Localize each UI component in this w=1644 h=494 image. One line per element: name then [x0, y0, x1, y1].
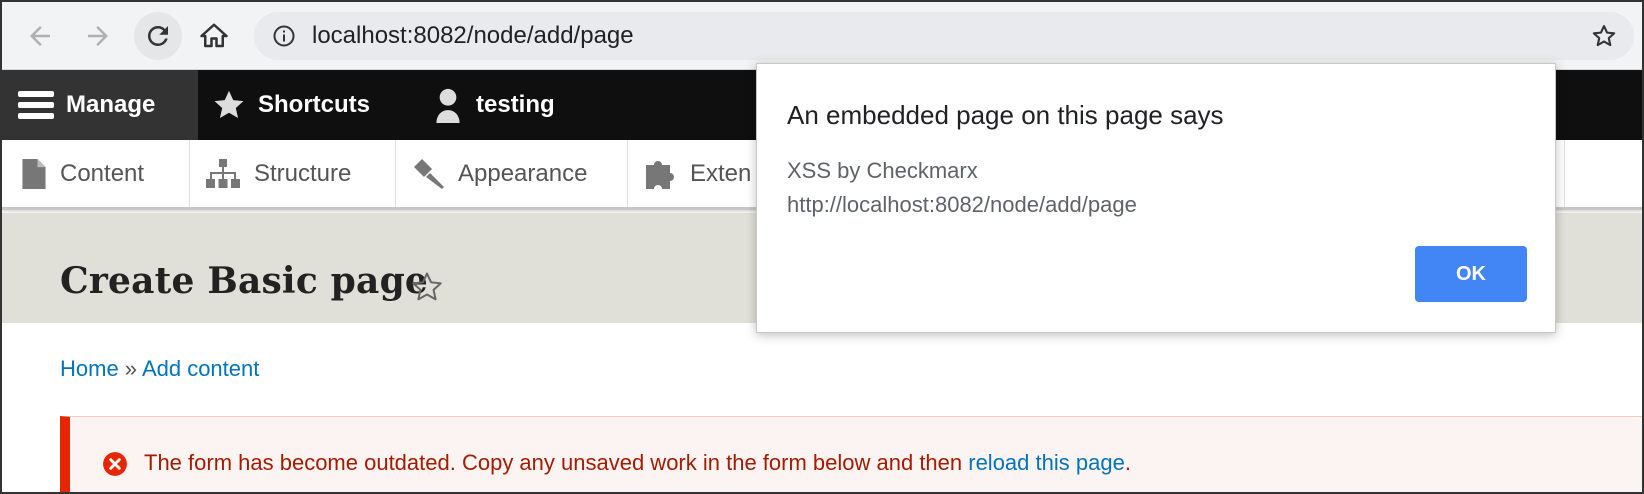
- tray-item-structure[interactable]: Structure: [190, 140, 396, 207]
- user-icon: [436, 88, 460, 123]
- breadcrumb-add-content-link[interactable]: Add content: [142, 356, 259, 381]
- tray-item-content[interactable]: Content: [2, 140, 190, 207]
- star-icon: [214, 90, 244, 119]
- arrow-right-icon: [88, 26, 108, 46]
- browser-window: localhost:8082/node/add/page Manage Shor…: [0, 0, 1644, 494]
- breadcrumb-home-link[interactable]: Home: [60, 356, 119, 381]
- forward-button[interactable]: [78, 16, 118, 56]
- paintbrush-icon: [414, 158, 444, 189]
- error-message-end: .: [1124, 450, 1131, 475]
- ok-button[interactable]: OK: [1415, 246, 1527, 302]
- arrow-left-icon: [30, 26, 50, 46]
- back-button[interactable]: [20, 16, 60, 56]
- manage-label: Manage: [66, 91, 156, 118]
- hamburger-icon: [18, 91, 54, 119]
- breadcrumb-separator: »: [118, 356, 142, 381]
- reload-page-link[interactable]: reload this page: [968, 450, 1125, 475]
- user-label: testing: [476, 91, 555, 118]
- shortcut-star-icon[interactable]: [410, 270, 444, 304]
- shortcuts-label: Shortcuts: [258, 91, 371, 118]
- sitemap-icon: [206, 158, 240, 188]
- tray-item-label: Structure: [254, 159, 352, 187]
- puzzle-icon: [646, 160, 674, 189]
- breadcrumb: Home » Add content: [60, 356, 259, 382]
- error-message-text: The form has become outdated. Copy any u…: [144, 450, 1131, 476]
- dialog-message: XSS by Checkmarx: [787, 158, 978, 183]
- browser-toolbar: localhost:8082/node/add/page: [2, 2, 1642, 70]
- bookmark-star-icon[interactable]: [1590, 22, 1618, 50]
- address-bar[interactable]: localhost:8082/node/add/page: [254, 12, 1634, 60]
- url-text[interactable]: localhost:8082/node/add/page: [312, 12, 634, 60]
- tray-item-label: Content: [60, 159, 145, 187]
- reload-icon: [147, 25, 168, 46]
- tray-item-appearance[interactable]: Appearance: [396, 140, 628, 207]
- shortcuts-button[interactable]: Shortcuts: [212, 70, 370, 140]
- tray-item-label: Appearance: [458, 159, 588, 187]
- page-title: Create Basic page: [60, 260, 429, 302]
- user-button[interactable]: testing: [432, 70, 555, 140]
- alert-dialog: An embedded page on this page says XSS b…: [756, 63, 1556, 333]
- tray-divider: [1564, 140, 1565, 207]
- dialog-url: http://localhost:8082/node/add/page: [787, 192, 1137, 217]
- info-icon[interactable]: [272, 24, 296, 48]
- manage-button[interactable]: Manage: [2, 70, 198, 140]
- file-icon: [22, 158, 46, 189]
- home-button[interactable]: [194, 16, 234, 56]
- error-icon: [103, 452, 127, 476]
- tray-item-label: Exten: [690, 159, 752, 187]
- error-message-body: The form has become outdated. Copy any u…: [144, 450, 969, 475]
- error-message: The form has become outdated. Copy any u…: [60, 416, 1642, 492]
- reload-button[interactable]: [134, 12, 182, 60]
- dialog-title: An embedded page on this page says: [787, 100, 1224, 130]
- home-icon: [200, 23, 228, 48]
